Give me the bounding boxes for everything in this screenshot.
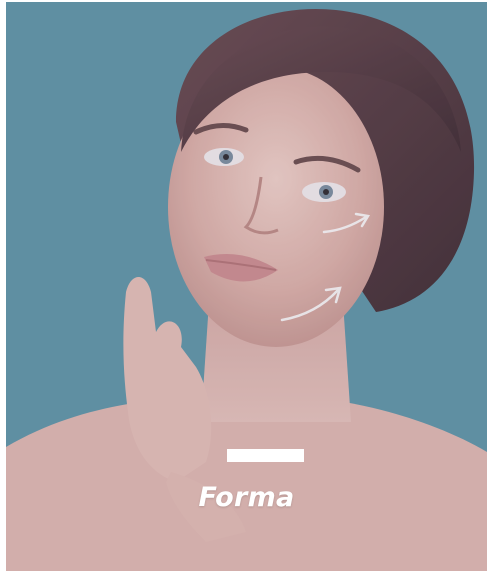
treatment-card[interactable]: Forma bbox=[6, 2, 487, 571]
card-title: Forma bbox=[198, 482, 295, 513]
accent-bar bbox=[227, 449, 304, 462]
